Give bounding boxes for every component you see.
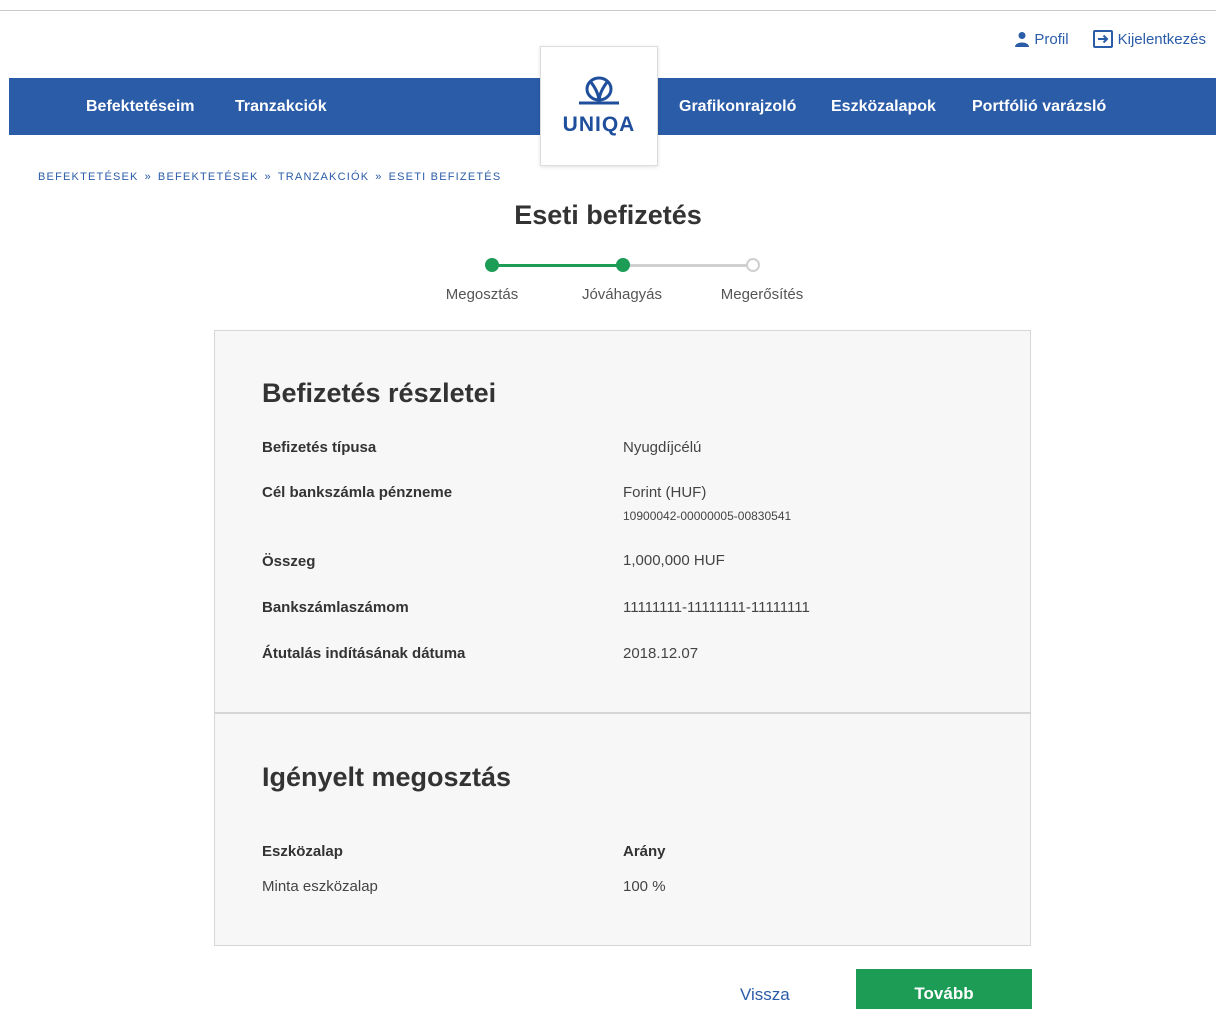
payment-details-title: Befizetés részletei xyxy=(262,378,497,408)
profile-link[interactable]: Profil xyxy=(1015,30,1069,48)
detail-value: Nyugdíjcélú xyxy=(623,439,702,456)
breadcrumb-item[interactable]: BEFEKTETÉSEK xyxy=(158,171,259,183)
page-title: Eseti befizetés xyxy=(514,200,702,230)
step-label: Megerősítés xyxy=(720,286,804,303)
nav-item-grafikonrajzolo[interactable]: Grafikonrajzoló xyxy=(679,78,796,135)
next-button[interactable]: Tovább xyxy=(856,969,1032,1009)
nav-item-portfolio-varazslo[interactable]: Portfólió varázsló xyxy=(972,78,1106,135)
allocation-title: Igényelt megosztás xyxy=(262,762,512,792)
page: Profil Kijelentkezés Befektetéseim Tranz… xyxy=(0,0,1216,1009)
detail-subvalue: 10900042-00000005-00830541 xyxy=(623,509,792,523)
profile-label: Profil xyxy=(1034,30,1069,48)
breadcrumb-current: ESETI BEFIZETÉS xyxy=(388,171,502,183)
nav-item-eszkozalapok[interactable]: Eszközalapok xyxy=(831,78,936,135)
allocation-card: Igényelt megosztás Eszközalap Arány Mint… xyxy=(214,713,1031,946)
top-divider xyxy=(0,10,1216,11)
detail-label: Bankszámlaszámom xyxy=(262,599,409,616)
breadcrumb-separator: » xyxy=(375,171,383,183)
column-header-fund: Eszközalap xyxy=(262,843,343,860)
detail-value: 2018.12.07 xyxy=(623,645,699,662)
detail-label: Összeg xyxy=(262,553,316,570)
detail-value: 1,000,000 HUF xyxy=(623,552,725,569)
breadcrumb: BEFEKTETÉSEK » BEFEKTETÉSEK » TRANZAKCIÓ… xyxy=(38,171,501,183)
detail-value: 11111111-11111111-11111111 xyxy=(623,599,810,616)
fund-ratio: 100 % xyxy=(623,878,666,895)
breadcrumb-separator: » xyxy=(144,171,152,183)
step-label: Jóváhagyás xyxy=(581,286,663,303)
uniqa-emblem-icon xyxy=(576,76,622,111)
breadcrumb-item[interactable]: TRANZAKCIÓK xyxy=(278,171,369,183)
step-label: Megosztás xyxy=(445,286,519,303)
detail-label: Befizetés típusa xyxy=(262,439,377,456)
detail-value: Forint (HUF) xyxy=(623,484,707,501)
logout-icon xyxy=(1092,30,1113,48)
nav-item-tranzakciok[interactable]: Tranzakciók xyxy=(235,78,327,135)
logo[interactable]: UNIQA xyxy=(540,46,658,166)
logout-link[interactable]: Kijelentkezés xyxy=(1092,30,1206,48)
back-link[interactable]: Vissza xyxy=(740,985,790,1005)
breadcrumb-separator: » xyxy=(264,171,272,183)
detail-label: Átutalás indításának dátuma xyxy=(262,645,466,662)
step-indicator xyxy=(485,258,499,272)
utility-bar: Profil Kijelentkezés xyxy=(1015,30,1206,48)
logo-text: UNIQA xyxy=(562,112,636,136)
detail-label: Cél bankszámla pénzneme xyxy=(262,484,453,501)
payment-details-card: Befizetés részletei Befizetés típusa Nyu… xyxy=(214,330,1031,713)
step-indicator xyxy=(746,258,760,272)
user-icon xyxy=(1015,31,1030,47)
progress-stepper: Megosztás Jóváhagyás Megerősítés xyxy=(420,250,820,310)
breadcrumb-item[interactable]: BEFEKTETÉSEK xyxy=(38,171,139,183)
stepper-connector xyxy=(623,264,753,267)
stepper-connector xyxy=(492,264,623,267)
nav-item-befekteteseim[interactable]: Befektetéseim xyxy=(86,78,195,135)
column-header-ratio: Arány xyxy=(623,843,666,860)
fund-name: Minta eszközalap xyxy=(262,878,378,895)
step-indicator xyxy=(616,258,630,272)
logout-label: Kijelentkezés xyxy=(1117,30,1206,48)
